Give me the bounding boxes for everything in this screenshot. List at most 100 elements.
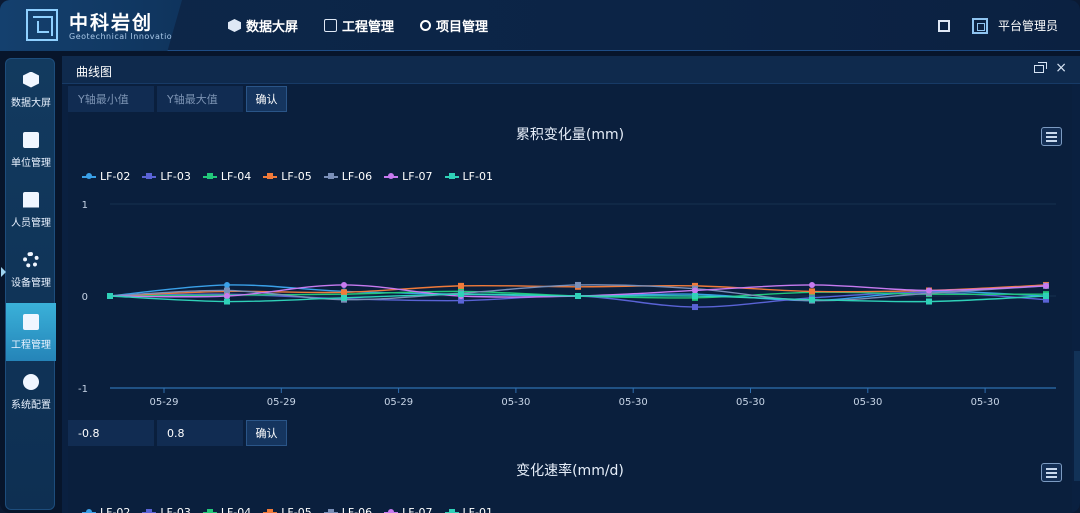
panel-title: 曲线图 xyxy=(76,65,113,79)
x-tick-label: 05-29 xyxy=(267,397,296,408)
y-max-input[interactable] xyxy=(157,86,243,112)
sidebar-item-label: 设备管理 xyxy=(11,277,51,289)
data-point xyxy=(458,291,464,298)
data-point xyxy=(692,293,698,299)
sidebar-item-label: 数据大屏 xyxy=(11,97,51,109)
data-point xyxy=(926,287,932,294)
nav-item-label: 项目管理 xyxy=(436,20,489,35)
user-menu[interactable]: 平台管理员 xyxy=(971,17,1058,34)
chart-title: 变化速率(mm/d) xyxy=(516,463,624,479)
curve-panel: 曲线图 × 确认 累积变化量(mm) LF-02LF-03LF-04LF-05L… xyxy=(62,56,1080,513)
legend-item[interactable]: LF-06 xyxy=(323,506,373,513)
sidebar-item-personnel[interactable]: 人员管理 xyxy=(6,181,56,239)
chart-icon xyxy=(23,313,39,330)
data-point xyxy=(575,293,581,299)
circle-icon xyxy=(420,20,432,31)
y-range-filter-1: 确认 xyxy=(68,86,287,112)
top-bar: 中科岩创 Geotechnical Innovation 数据大屏 工程管理 项… xyxy=(0,0,1080,51)
nav-item-label: 工程管理 xyxy=(342,20,395,35)
data-point xyxy=(107,293,113,299)
user-label: 平台管理员 xyxy=(997,19,1058,33)
restore-icon[interactable] xyxy=(1034,62,1047,73)
data-point xyxy=(458,282,464,289)
legend-label: LF-01 xyxy=(462,506,493,513)
legend-label: LF-04 xyxy=(220,506,252,513)
chart-menu-icon[interactable] xyxy=(1041,463,1062,482)
data-point xyxy=(341,294,347,301)
x-tick-label: 05-30 xyxy=(619,397,648,408)
cube-icon xyxy=(228,19,241,32)
x-tick-label: 05-30 xyxy=(971,397,1000,408)
active-indicator xyxy=(1,267,6,277)
confirm-button[interactable]: 确认 xyxy=(246,86,287,112)
nav-item-label: 数据大屏 xyxy=(246,20,299,35)
legend-label: LF-06 xyxy=(341,506,373,513)
nav-item-dashboard[interactable]: 数据大屏 xyxy=(228,16,298,35)
data-point xyxy=(341,289,347,296)
legend-label: LF-05 xyxy=(281,506,312,513)
x-tick-label: 05-30 xyxy=(501,397,530,408)
data-point xyxy=(575,281,581,288)
panel-header: 曲线图 × xyxy=(62,56,1080,84)
y-min-input[interactable] xyxy=(68,86,154,112)
line-chart-svg: 1 0 -1 05-29 05-29 05-29 05-30 05-30 05-30 05-30 0… xyxy=(78,200,1056,408)
x-tick-label: 05-30 xyxy=(853,397,882,408)
nav-item-engineering[interactable]: 工程管理 xyxy=(324,16,394,35)
cube-icon xyxy=(23,71,39,88)
legend-item[interactable]: LF-02 xyxy=(82,506,130,513)
data-point xyxy=(1043,282,1049,289)
fullscreen-icon[interactable] xyxy=(937,19,950,32)
chart-legend: LF-02 LF-03 LF-04 LF-05 LF-06 LF-07 LF-01 xyxy=(82,506,493,513)
clipboard-icon xyxy=(23,131,39,148)
data-point xyxy=(1043,293,1049,299)
top-right: 平台管理员 xyxy=(937,0,1058,51)
brand-name: 中科岩创 xyxy=(69,12,154,34)
y-max-input[interactable] xyxy=(157,420,243,446)
sidebar-item-engineering[interactable]: 工程管理 xyxy=(6,303,56,361)
y-tick-label: -1 xyxy=(78,384,88,395)
legend-label: LF-02 xyxy=(100,506,131,513)
chart-icon xyxy=(324,19,338,32)
cumulative-change-chart: 累积变化量(mm) LF-02 LF-03 LF-04 LF-05 LF-06 LF-07… xyxy=(68,120,1072,420)
x-tick-label: 05-29 xyxy=(149,397,178,408)
change-rate-chart: 变化速率(mm/d) LF-02 LF-03 LF-04 LF-05 LF-06 LF-0… xyxy=(68,456,1072,513)
legend-label: LF-03 xyxy=(160,506,191,513)
data-point xyxy=(692,304,698,311)
scrollbar[interactable] xyxy=(1074,351,1080,481)
brand-subtitle: Geotechnical Innovation xyxy=(69,32,178,41)
data-point xyxy=(224,298,230,305)
top-nav: 数据大屏 工程管理 项目管理 xyxy=(228,0,488,51)
logo-icon xyxy=(26,9,58,41)
data-point xyxy=(809,288,815,295)
close-icon[interactable]: × xyxy=(1055,60,1067,76)
confirm-button[interactable]: 确认 xyxy=(246,420,287,446)
brand[interactable]: 中科岩创 Geotechnical Innovation xyxy=(0,0,182,51)
data-point xyxy=(224,281,230,288)
legend-label: LF-07 xyxy=(402,506,433,513)
data-point xyxy=(926,298,932,305)
legend-item[interactable]: LF-01 xyxy=(444,506,493,513)
sidebar-item-devices[interactable]: 设备管理 xyxy=(6,241,56,299)
sidebar-item-label: 系统配置 xyxy=(11,399,51,411)
legend-item[interactable]: LF-05 xyxy=(263,506,312,513)
data-point xyxy=(809,281,815,288)
legend-item[interactable]: LF-07 xyxy=(384,506,433,513)
data-point xyxy=(224,287,230,294)
gear-icon xyxy=(23,251,39,268)
nav-item-project[interactable]: 项目管理 xyxy=(420,16,488,35)
data-point xyxy=(809,296,815,303)
y-range-filter-2: 确认 xyxy=(68,420,287,446)
data-point xyxy=(692,287,698,294)
app-window: 中科岩创 Geotechnical Innovation 数据大屏 工程管理 项… xyxy=(0,0,1080,513)
person-icon xyxy=(23,191,39,208)
user-icon xyxy=(971,17,988,34)
x-tick-label: 05-30 xyxy=(736,397,765,408)
y-min-input[interactable] xyxy=(68,420,154,446)
panel-body: 确认 累积变化量(mm) LF-02LF-03LF-04LF-05LF-06LF… xyxy=(68,84,1072,513)
sidebar-item-dashboard[interactable]: 数据大屏 xyxy=(6,61,56,119)
legend-item[interactable]: LF-04 xyxy=(202,506,252,513)
legend-item[interactable]: LF-03 xyxy=(142,506,191,513)
sidebar-item-settings[interactable]: 系统配置 xyxy=(6,363,56,421)
sidebar-item-units[interactable]: 单位管理 xyxy=(6,121,56,179)
y-tick-label: 1 xyxy=(82,200,88,211)
